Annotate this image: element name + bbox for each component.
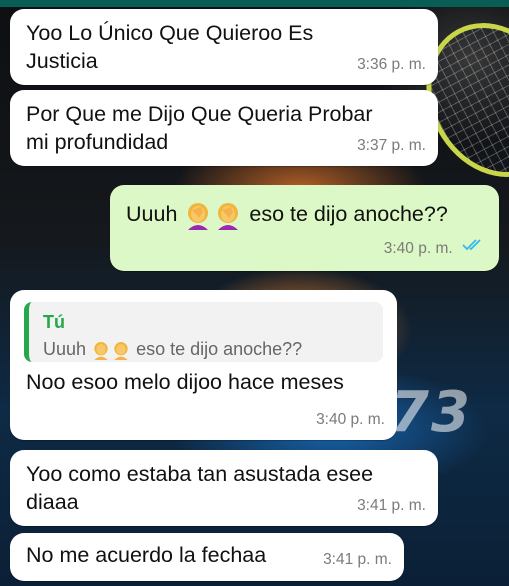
app-top-bar <box>0 0 509 7</box>
face-palm-emoji <box>111 340 131 361</box>
face-palm-emoji <box>91 340 111 361</box>
message-bubble[interactable]: Yoo Lo Único Que Quieroo Es Justicia 3:3… <box>10 9 438 85</box>
quoted-text-part: Uuuh <box>43 339 87 359</box>
message-bubble[interactable]: No me acuerdo la fechaa 3:41 p. m. <box>10 533 404 581</box>
message-text: Noo esoo melo dijoo hace meses <box>26 370 344 394</box>
quoted-author: Tú <box>43 312 65 332</box>
quoted-text: Uuuh eso te dijo anoche?? <box>43 335 302 363</box>
message-time: 3:37 p. m. <box>357 137 426 154</box>
message-line: Por Que me Dijo Que Queria Probar <box>26 102 373 126</box>
quoted-message[interactable]: Tú Uuuh eso te dijo anoche?? <box>24 302 383 362</box>
message-text: Uuuh eso te dijo anoche?? <box>110 185 499 231</box>
message-time: 3:41 p. m. <box>357 497 426 514</box>
message-time: 3:41 p. m. <box>323 551 392 568</box>
message-time: 3:36 p. m. <box>357 56 426 73</box>
message-line: Yoo como estaba tan asustada esee <box>26 462 374 486</box>
wallpaper-decoration: 73 <box>390 380 472 445</box>
face-palm-emoji <box>183 200 213 231</box>
double-check-icon <box>461 235 487 263</box>
message-line: Yoo Lo Único Que Quieroo Es <box>26 21 314 45</box>
message-time: 3:40 p. m. <box>383 240 453 257</box>
face-palm-emoji <box>213 200 243 231</box>
quoted-text-part: eso te dijo anoche?? <box>136 339 303 359</box>
message-bubble[interactable]: Yoo como estaba tan asustada esee diaaa … <box>10 450 438 526</box>
message-bubble-reply[interactable]: Tú Uuuh eso te dijo anoche?? Noo esoo me… <box>10 290 397 440</box>
message-bubble-outgoing[interactable]: Uuuh eso te dijo anoche?? 3:40 p. m. <box>110 185 499 271</box>
message-text-part: eso te dijo anoche?? <box>249 202 448 226</box>
message-meta: 3:40 p. m. <box>384 235 487 263</box>
message-text-part: Uuuh <box>126 202 178 226</box>
message-time: 3:40 p. m. <box>316 411 385 428</box>
message-bubble[interactable]: Por Que me Dijo Que Queria Probar mi pro… <box>10 90 438 166</box>
